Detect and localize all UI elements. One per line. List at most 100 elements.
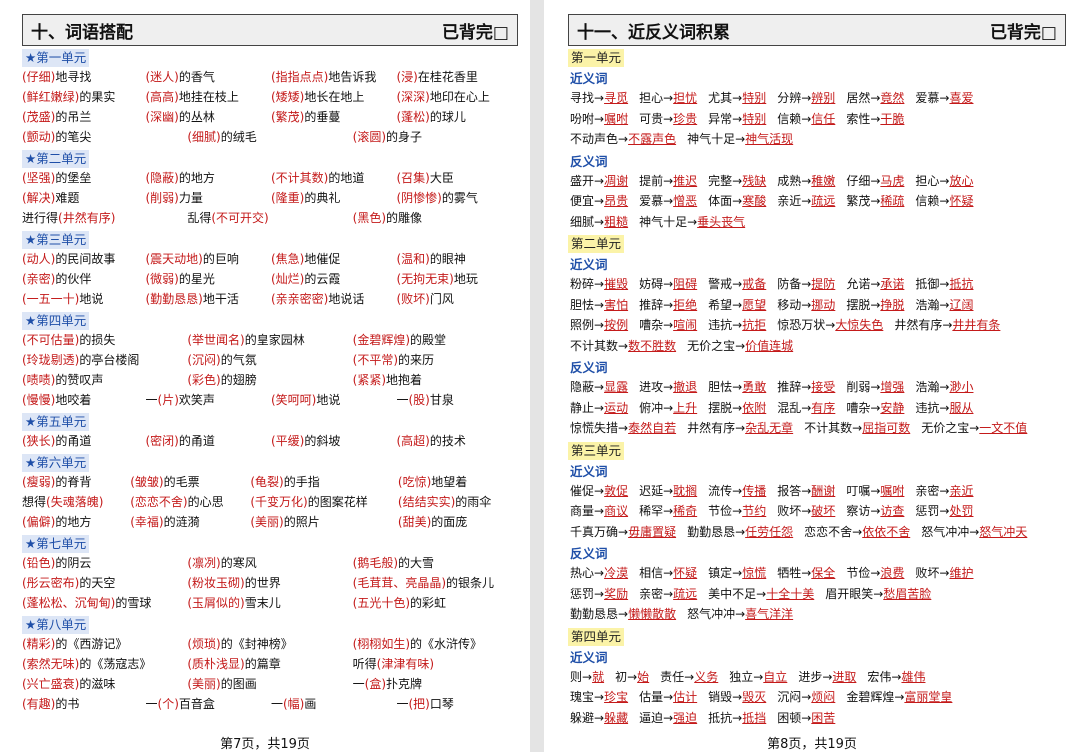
answer-word: 估计 <box>673 690 698 704</box>
answer-word: 处罚 <box>949 504 974 518</box>
collocation-suffix: 的亭台楼阁 <box>79 353 140 367</box>
answer-word: 价值连城 <box>745 338 794 353</box>
collocation-item: (黑色)的雕像 <box>353 208 516 228</box>
source-word: 则→ <box>570 669 593 684</box>
answer-word: 十全十美 <box>766 586 815 601</box>
source-word: 勤勤恳恳→ <box>687 524 746 539</box>
unit-heading: ★第七单元 <box>22 535 90 553</box>
section-title: 十、词语搭配 <box>31 22 133 43</box>
word-pair: 仔细→马虎 <box>846 174 904 188</box>
collocation-item: 进行得(井然有序) <box>22 208 187 228</box>
unit-heading: ★第六单元 <box>22 454 90 472</box>
collocation-suffix: 的翅膀 <box>220 373 257 387</box>
answer-word: 挣脱 <box>880 297 905 312</box>
word-pair: 美中不足→十全十美 <box>708 587 814 601</box>
source-word: 静止→ <box>570 400 605 415</box>
word-pair: 细腻→粗糙 <box>570 215 628 229</box>
answer-word: 毋庸置疑 <box>628 524 677 539</box>
word-pair-row: 则→就 初→始 责任→义务 独立→自立 进步→进取 宏伟→雄伟 <box>568 667 1066 688</box>
source-word: 摆脱→ <box>708 400 743 415</box>
answer-word: 商议 <box>604 504 629 518</box>
collocation-answer: (铅色) <box>22 556 56 570</box>
collocation-item: (仔细)地寻找 <box>22 67 146 87</box>
collocation-item: (彤云密布)的天空 <box>22 573 187 593</box>
collocation-item: (五光十色)的彩虹 <box>353 593 516 613</box>
collocation-answer: (深深) <box>396 90 430 104</box>
source-word: 怒气冲冲→ <box>921 524 980 539</box>
source-word: 寻找→ <box>570 91 605 105</box>
answer-word: 珍贵 <box>673 111 698 126</box>
collocation-suffix: 的丛林 <box>178 110 215 124</box>
memorized-checkbox-label[interactable]: 已背完□ <box>442 18 509 43</box>
collocation-answer: (灿烂) <box>270 272 305 286</box>
answer-word: 始 <box>637 669 650 684</box>
collocation-row: (亲密)的伙伴 (微弱)的星光 (灿烂)的云霞 (无拘无束)地玩 <box>22 269 516 289</box>
word-pair: 成熟→稚嫩 <box>777 174 835 188</box>
source-word: 体面→ <box>708 194 743 208</box>
word-pair: 抵抗→抵挡 <box>708 711 766 725</box>
collocation-suffix: 的脊背 <box>55 475 92 489</box>
word-pair: 可贵→珍贵 <box>639 112 697 126</box>
collocation-answer: (动人) <box>22 252 56 266</box>
answer-word: 杂乱无章 <box>745 421 794 435</box>
answer-word: 任劳任怨 <box>745 524 794 539</box>
word-pair: 抵御→抵抗 <box>915 277 973 291</box>
source-word: 察访→ <box>846 504 881 518</box>
source-word: 无价之宝→ <box>921 421 980 435</box>
answer-word: 泰然自若 <box>628 421 677 435</box>
word-pair-row: 吩咐→嘱咐 可贵→珍贵 异常→特别 信赖→信任 索性→干脆 <box>568 109 1066 130</box>
collocation-item: (结结实实)的雨伞 <box>398 492 516 512</box>
collocation-suffix: 的照片 <box>283 515 320 529</box>
collocation-item: (召集)大臣 <box>396 168 516 188</box>
collocation-suffix: 的甬道 <box>55 434 92 448</box>
source-word: 催促→ <box>570 483 605 498</box>
collocation-item: (亲亲密密)地说话 <box>271 289 396 309</box>
word-pair: 完整→残缺 <box>708 174 766 188</box>
collocation-row: (精彩)的《西游记》 (烦琐)的《封神榜》 (栩栩如生)的《水浒传》 <box>22 634 516 654</box>
source-word: 亲近→ <box>777 194 812 208</box>
word-pair: 惩罚→奖励 <box>570 587 628 601</box>
collocation-item: (沉闷)的气氛 <box>187 350 352 370</box>
answer-word: 珍宝 <box>604 690 629 704</box>
collocation-answer: (把) <box>408 697 430 711</box>
answer-word: 访查 <box>880 504 905 518</box>
collocation-row: (狭长)的甬道 (密闭)的甬道 (平缓)的斜坡 (高超)的技术 <box>22 431 516 451</box>
collocation-item: (恋恋不舍)的心思 <box>130 492 250 512</box>
answer-word: 稚嫩 <box>811 173 836 188</box>
collocation-item: (指指点点)地告诉我 <box>271 67 396 87</box>
collocation-item: (鹅毛般)的大雪 <box>353 553 516 573</box>
collocation-answer: (浸) <box>396 70 418 84</box>
collocation-answer: (盒) <box>364 677 387 691</box>
source-word: 沉闷→ <box>777 690 812 704</box>
collocation-suffix: 地说 <box>316 393 341 407</box>
collocation-answer: (吃惊) <box>397 475 432 489</box>
collocation-suffix: 的伙伴 <box>55 272 92 286</box>
word-pair: 惩罚→处罚 <box>915 504 973 518</box>
answer-word: 传播 <box>742 483 767 498</box>
word-pair: 神气十足→神气活现 <box>687 132 793 146</box>
collocation-suffix: 地玩 <box>453 272 478 286</box>
collocation-item: (美丽)的照片 <box>250 512 398 532</box>
collocation-suffix: 百音盒 <box>178 697 215 711</box>
page-number: 第7页，共19页 <box>220 737 310 752</box>
answer-word: 懒懒散散 <box>628 607 677 621</box>
source-word: 移动→ <box>777 297 812 312</box>
word-pair: 混乱→有序 <box>777 401 835 415</box>
collocation-answer: (幅) <box>283 697 305 711</box>
word-pair: 摆脱→挣脱 <box>846 298 904 312</box>
collocation-answer: (仔细) <box>22 70 56 84</box>
unit-heading: 第三单元 <box>568 441 625 460</box>
word-pair: 隐蔽→显露 <box>570 380 628 394</box>
collocation-suffix: 门风 <box>429 292 454 306</box>
word-pair: 嘈杂→喧闹 <box>639 318 697 332</box>
collocation-suffix: 的书 <box>55 697 80 711</box>
collocation-answer: (不可开交) <box>211 211 269 225</box>
synonyms-heading: 近义词 <box>570 463 608 479</box>
page-gutter <box>530 0 544 752</box>
answer-word: 大惊失色 <box>835 318 884 332</box>
memorized-checkbox-label[interactable]: 已背完□ <box>990 18 1057 43</box>
collocation-prefix: 一 <box>270 697 283 711</box>
collocation-prefix: 一 <box>396 697 409 711</box>
collocation-suffix: 的皇家园林 <box>244 333 305 347</box>
collocation-item: (不平常)的来历 <box>353 350 516 370</box>
